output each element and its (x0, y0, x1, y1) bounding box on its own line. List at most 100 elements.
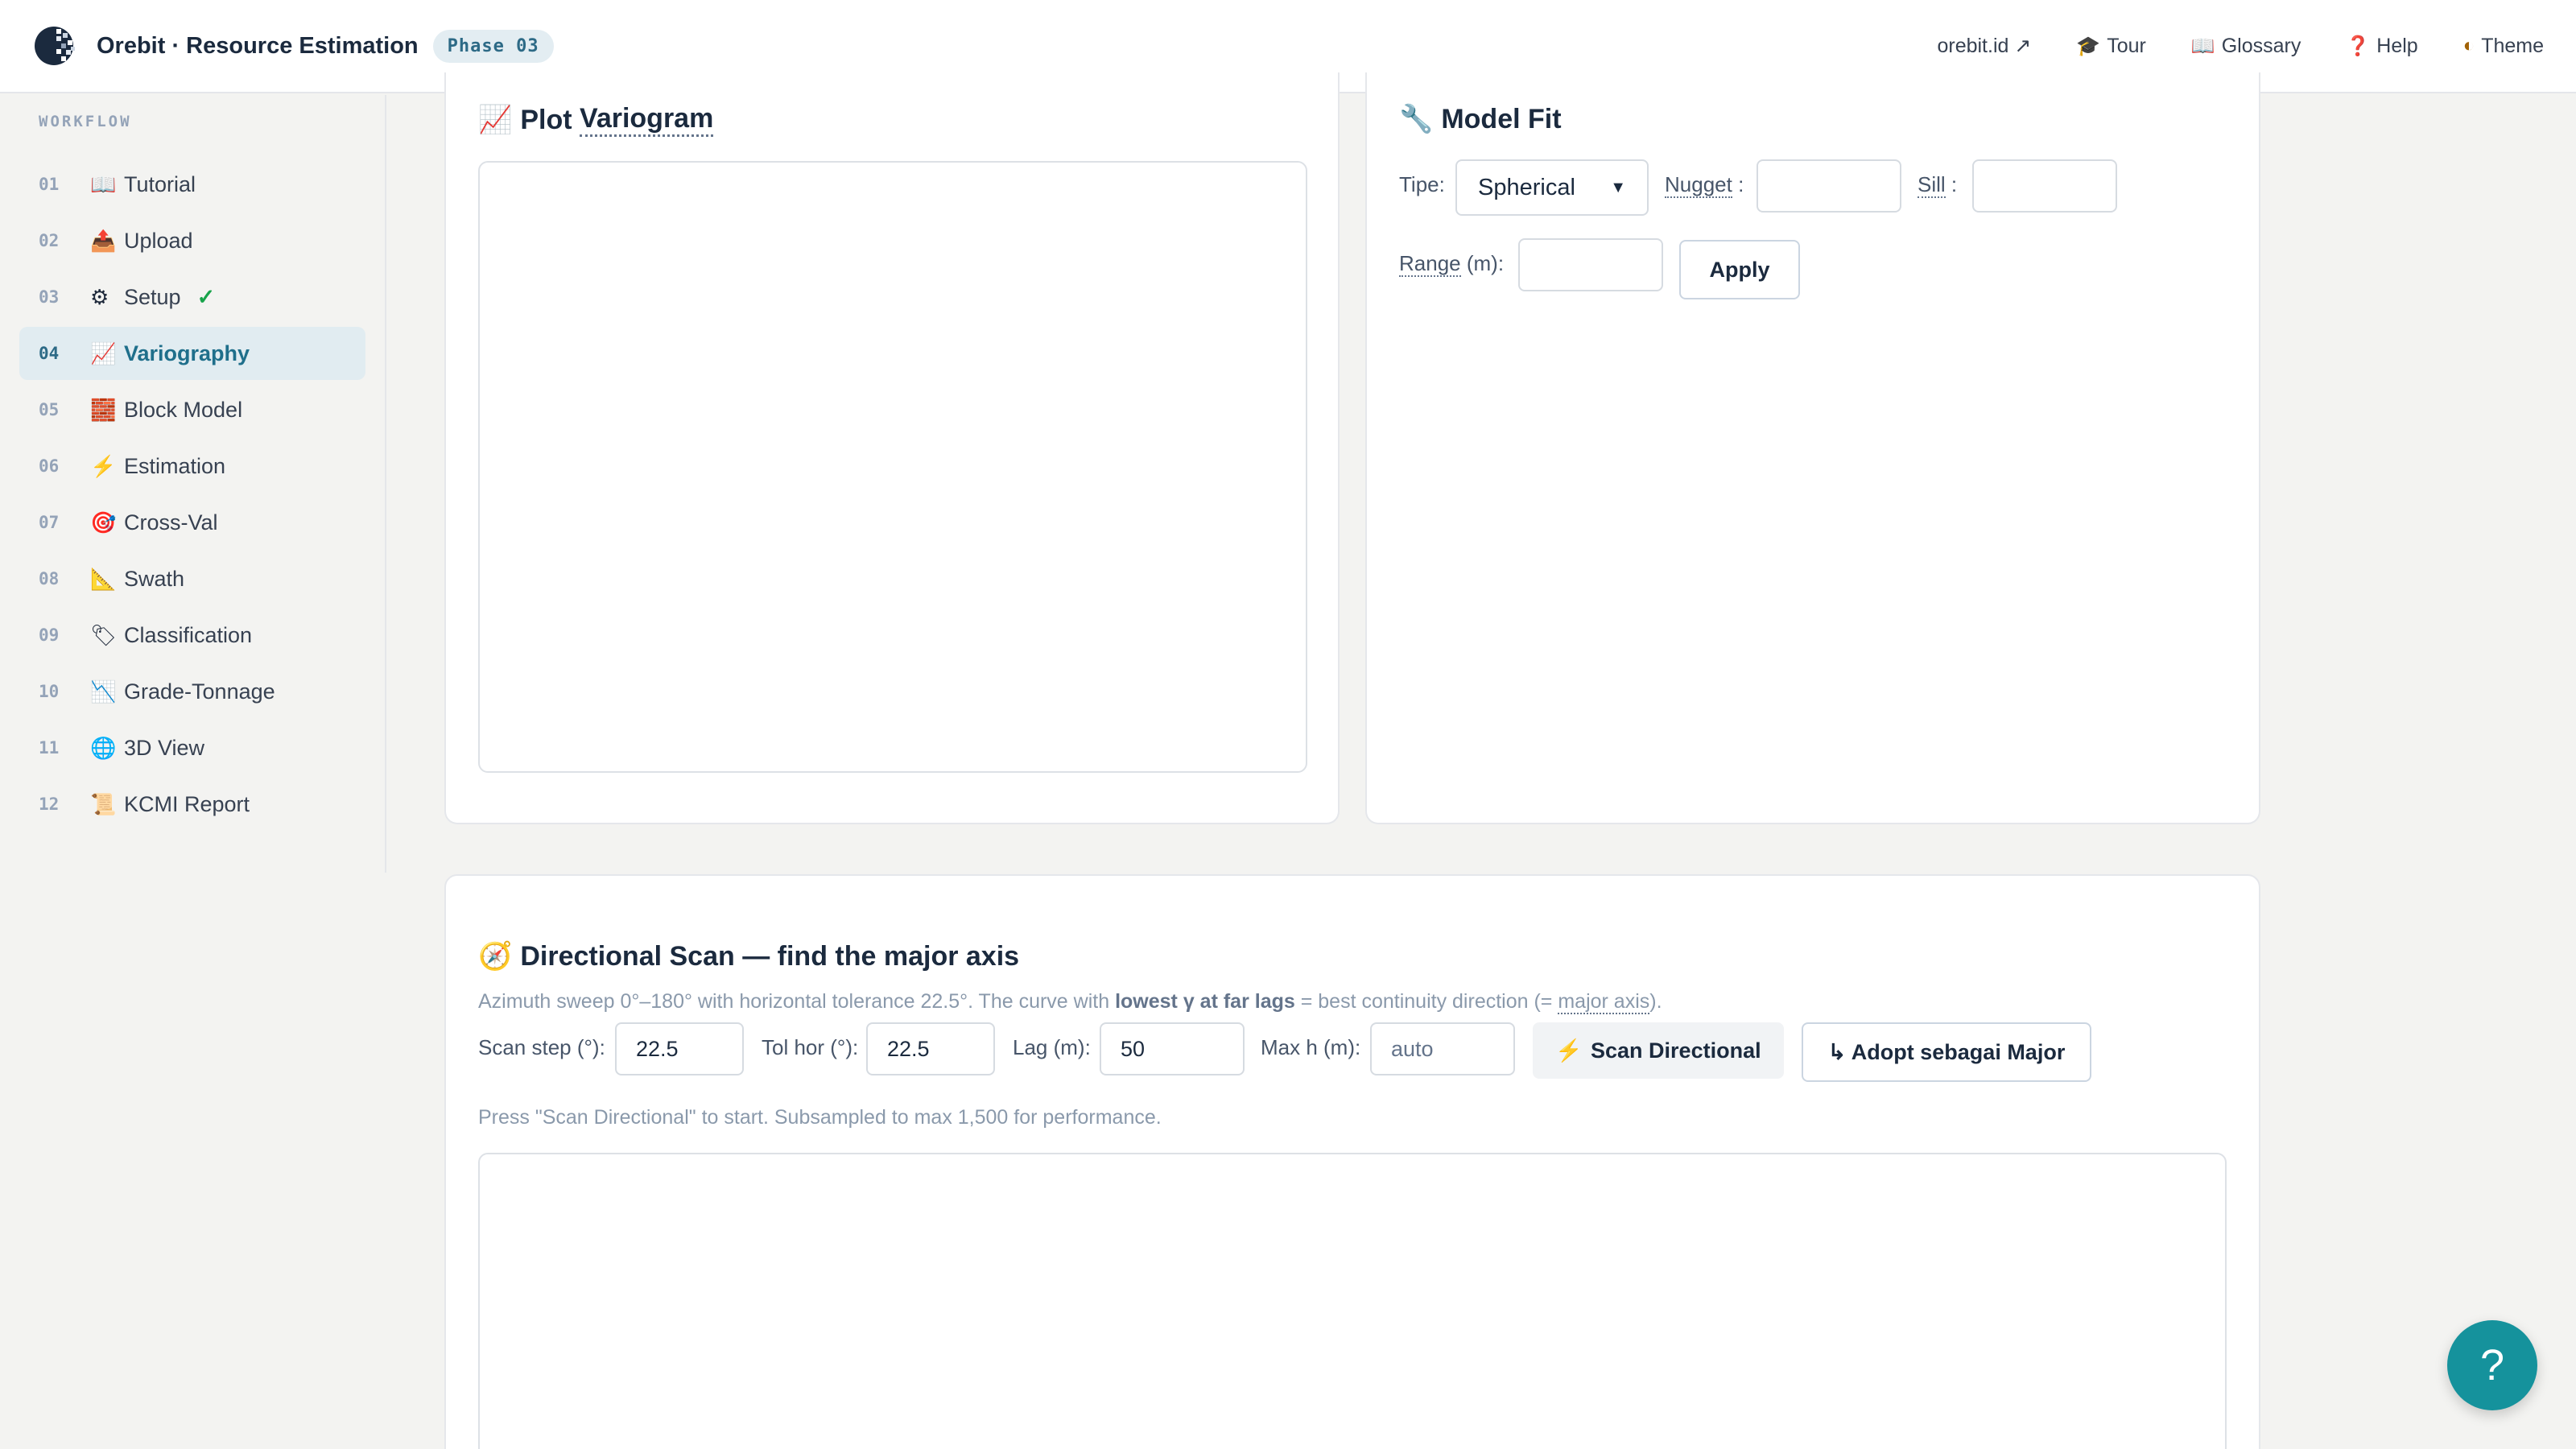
orebit-logo-icon[interactable] (32, 23, 79, 69)
sidebar-item-setup[interactable]: 03 ⚙ Setup ✓ (19, 270, 365, 324)
wrench-icon: 🔧 (1399, 104, 1434, 134)
nav-orebit-label: orebit.id ↗ (1937, 35, 2032, 57)
sidebar-item-icon: 📈 (90, 341, 117, 365)
nav-tour-label: Tour (2107, 34, 2146, 57)
scan-directional-button[interactable]: ⚡ Scan Directional (1533, 1022, 1784, 1079)
sidebar-item-icon: 📉 (90, 679, 117, 704)
sidebar-item-label: Tutorial (124, 171, 196, 196)
sidebar-item-number: 01 (39, 175, 60, 194)
nugget-glossary-term[interactable]: Nugget (1665, 172, 1732, 198)
sidebar-item-number: 09 (39, 625, 60, 645)
nav-glossary-button[interactable]: 📖 Glossary (2191, 35, 2301, 58)
plot-variogram-card: 📈 Plot Variogram (444, 72, 1340, 824)
question-mark-icon: ❓ (2346, 35, 2371, 57)
model-fit-card: 🔧 Model Fit Tipe: Spherical ▼ Nugget : S… (1365, 72, 2260, 824)
nugget-input[interactable] (1757, 159, 1901, 213)
directional-scan-title-text: Directional Scan — find the major axis (520, 940, 1020, 972)
directional-scan-description: Azimuth sweep 0°–180° with horizontal to… (478, 990, 1662, 1014)
sidebar-item-variography[interactable]: 04 📈 Variography (19, 327, 365, 380)
nugget-colon: : (1738, 172, 1744, 196)
variogram-glossary-term[interactable]: Variogram (580, 103, 714, 137)
variogram-plot-area[interactable] (478, 161, 1307, 773)
graduation-cap-icon: 🎓 (2076, 35, 2101, 57)
max-h-input[interactable] (1370, 1022, 1515, 1075)
range-glossary-term[interactable]: Range (1399, 251, 1461, 277)
sidebar-item-number: 08 (39, 569, 60, 588)
model-fit-title: 🔧 Model Fit (1399, 103, 1562, 135)
lightning-icon: ⚡ (1555, 1038, 1583, 1063)
sidebar-item-icon: 📖 (90, 171, 117, 196)
top-nav: orebit.id ↗ 🎓 Tour 📖 Glossary ❓ Help ◐ Theme (1892, 34, 2544, 58)
plot-variogram-title: 📈 Plot Variogram (478, 103, 714, 137)
workflow-sidebar: WORKFLOW 01 📖 Tutorial 02 📤 Upload 03 ⚙ Setup ✓ 04… (0, 95, 386, 873)
sidebar-item-number: 04 (39, 344, 60, 363)
desc-part-1: Azimuth sweep 0°–180° with horizontal to… (478, 990, 1116, 1013)
sidebar-item-number: 07 (39, 513, 60, 532)
sidebar-item-number: 06 (39, 456, 60, 476)
scan-step-input[interactable] (615, 1022, 744, 1075)
sidebar-item-estimation[interactable]: 06 ⚡ Estimation (19, 440, 365, 493)
type-label: Tipe: (1399, 172, 1445, 196)
adopt-major-button[interactable]: ↳ Adopt sebagai Major (1802, 1022, 2091, 1082)
sill-input[interactable] (1972, 159, 2117, 213)
tol-hor-input[interactable] (866, 1022, 995, 1075)
range-unit: (m): (1466, 251, 1505, 275)
floating-help-button[interactable]: ? (2447, 1320, 2537, 1410)
sidebar-item-icon: 📤 (90, 228, 117, 253)
directional-plot-area[interactable] (478, 1153, 2227, 1449)
range-input[interactable] (1518, 238, 1663, 291)
apply-button[interactable]: Apply (1679, 240, 1800, 299)
desc-part-2: = best continuity direction (= (1294, 990, 1558, 1013)
lag-input[interactable] (1100, 1022, 1245, 1075)
sill-glossary-term[interactable]: Sill (1918, 172, 1946, 198)
sidebar-item-icon: 📜 (90, 791, 117, 816)
sidebar-item-classification[interactable]: 09 🏷 Classification (19, 609, 365, 662)
compass-icon: 🧭 (478, 941, 513, 972)
sidebar-item-label: Setup (124, 284, 181, 309)
nav-tour-button[interactable]: 🎓 Tour (2076, 35, 2146, 58)
sidebar-item-label: Block Model (124, 397, 243, 422)
sidebar-item-grade-tonnage[interactable]: 10 📉 Grade-Tonnage (19, 665, 365, 718)
lag-label: Lag (m): (1013, 1035, 1091, 1059)
nav-orebit-link[interactable]: orebit.id ↗ (1937, 34, 2031, 58)
sidebar-item-icon: ⚙ (90, 284, 109, 309)
sidebar-item-icon: 🏷 (90, 622, 118, 647)
sidebar-item-icon: 🎯 (90, 510, 117, 535)
nav-theme-button[interactable]: ◐ Theme (2463, 35, 2544, 58)
checkmark-icon: ✓ (196, 284, 216, 309)
model-type-value: Spherical (1478, 174, 1575, 200)
sidebar-item-block-model[interactable]: 05 🧱 Block Model (19, 383, 365, 436)
chart-increasing-icon: 📈 (478, 105, 513, 135)
sidebar-item-label: KCMI Report (124, 791, 250, 816)
sidebar-item-number: 10 (39, 682, 60, 701)
sidebar-item-3d-view[interactable]: 11 🌐 3D View (19, 721, 365, 774)
nav-glossary-label: Glossary (2221, 34, 2301, 57)
directional-scan-card: 🧭 Directional Scan — find the major axis… (444, 874, 2260, 1449)
sidebar-item-label: Classification (124, 622, 253, 647)
sidebar-item-tutorial[interactable]: 01 📖 Tutorial (19, 158, 365, 211)
nav-theme-label: Theme (2481, 34, 2544, 57)
sidebar-item-icon: 🌐 (90, 735, 117, 760)
sidebar-item-icon: 📐 (90, 566, 117, 591)
desc-part-3: ). (1649, 990, 1662, 1013)
app-title: Orebit · Resource Estimation (97, 32, 419, 59)
sidebar-heading: WORKFLOW (39, 113, 132, 130)
model-type-select[interactable]: Spherical ▼ (1455, 159, 1649, 216)
book-icon: 📖 (2190, 35, 2215, 57)
nav-help-label: Help (2376, 34, 2418, 57)
sidebar-list: 01 📖 Tutorial 02 📤 Upload 03 ⚙ Setup ✓ 04 📈 Variogra… (19, 158, 365, 831)
sidebar-item-label: Swath (124, 566, 185, 591)
sidebar-item-upload[interactable]: 02 📤 Upload (19, 214, 365, 267)
sidebar-item-icon: 🧱 (90, 397, 117, 422)
max-h-label: Max h (m): (1261, 1035, 1361, 1059)
sidebar-item-cross-val[interactable]: 07 🎯 Cross-Val (19, 496, 365, 549)
nav-help-button[interactable]: ❓ Help (2346, 35, 2417, 58)
major-axis-glossary-term[interactable]: major axis (1558, 990, 1650, 1014)
chevron-down-icon: ▼ (1610, 178, 1626, 196)
sidebar-item-swath[interactable]: 08 📐 Swath (19, 552, 365, 605)
range-label: Range (m): (1399, 251, 1505, 277)
sill-label: Sill : (1918, 172, 1957, 198)
sidebar-item-kcmi-report[interactable]: 12 📜 KCMI Report (19, 778, 365, 831)
scan-step-label: Scan step (°): (478, 1035, 605, 1059)
nugget-label: Nugget : (1665, 172, 1744, 198)
